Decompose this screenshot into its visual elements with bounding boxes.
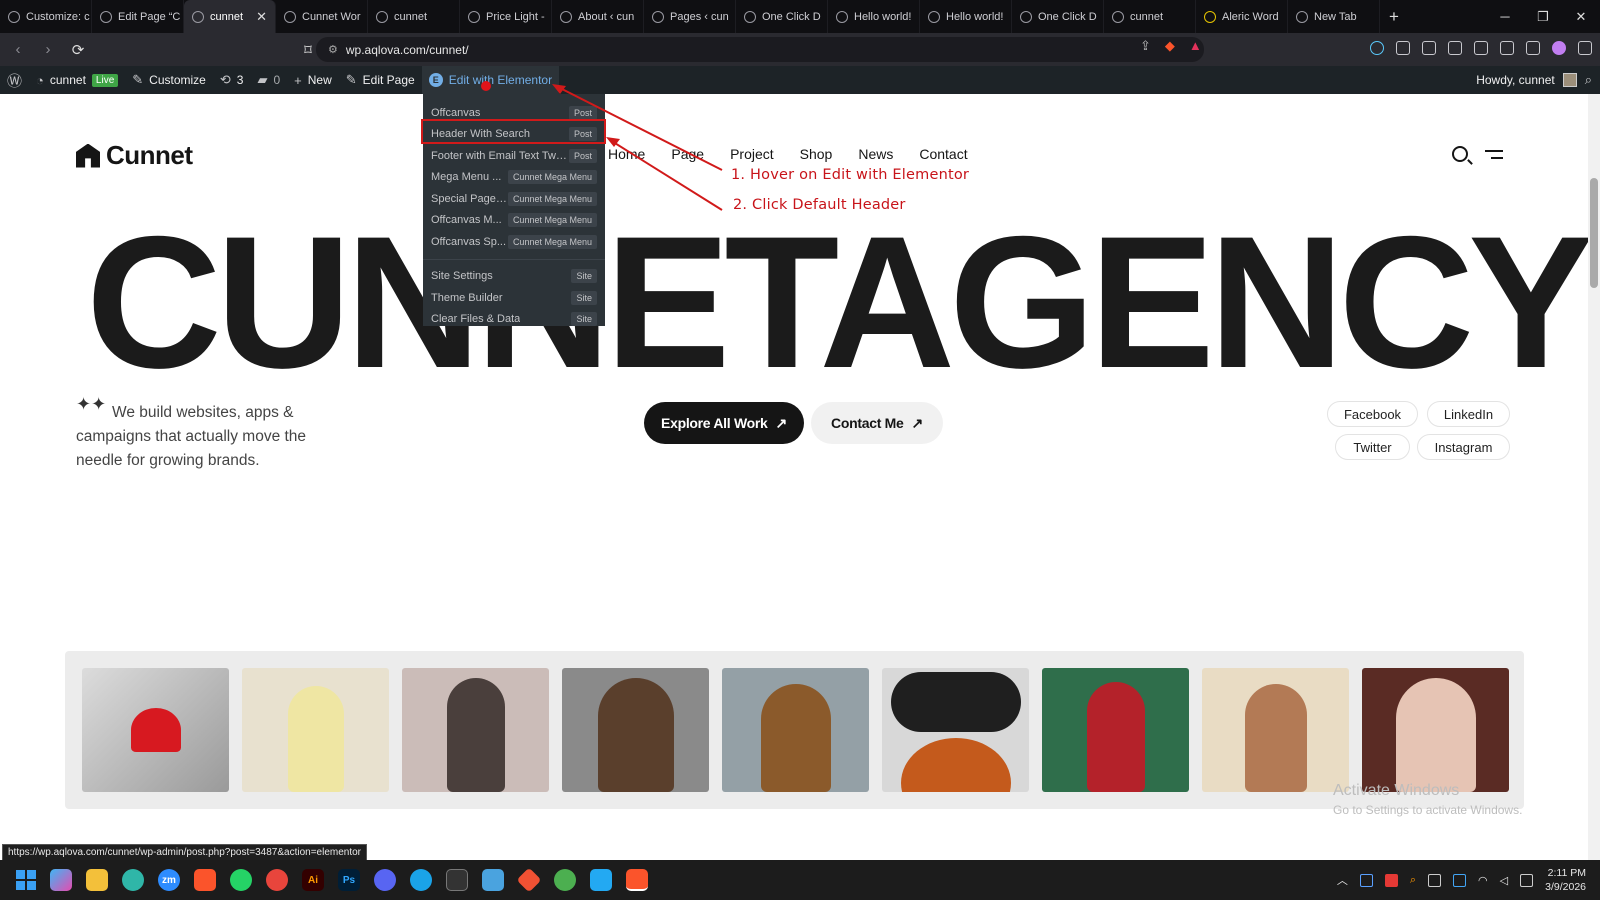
brave-active-icon[interactable]	[626, 869, 648, 891]
app-icon[interactable]	[410, 869, 432, 891]
vscode-icon[interactable]	[590, 869, 612, 891]
windows-taskbar: zm Ai Ps ︿ ⌕ ◠ ◁ 2:11 PM 3/9/2026	[0, 860, 1600, 900]
tray-overflow-icon[interactable]: ︿	[1337, 872, 1348, 888]
zoom-icon[interactable]: zm	[158, 869, 180, 891]
annotation-step-1: 1. Hover on Edit with Elementor	[731, 167, 970, 183]
chrome-profile-icon[interactable]	[554, 869, 576, 891]
git-app-icon[interactable]	[516, 867, 542, 893]
screen: Customize: c Edit Page “C cunnet ✕ Cunnet…	[0, 0, 1600, 900]
system-tray: ︿ ⌕ ◠ ◁ 2:11 PM 3/9/2026	[1337, 860, 1590, 900]
volume-icon[interactable]: ◁	[1500, 874, 1508, 887]
brave-icon[interactable]	[194, 869, 216, 891]
terminal-icon[interactable]	[446, 869, 468, 891]
battery-icon[interactable]	[1520, 873, 1534, 887]
photoshop-icon[interactable]: Ps	[338, 869, 360, 891]
edge-icon[interactable]	[122, 869, 144, 891]
discord-icon[interactable]	[374, 869, 396, 891]
system-clock[interactable]: 2:11 PM 3/9/2026	[1545, 866, 1586, 894]
wifi-icon[interactable]: ◠	[1478, 874, 1488, 887]
chrome-icon[interactable]	[266, 869, 288, 891]
notepad-icon[interactable]	[482, 869, 504, 891]
tray-app-icon[interactable]	[1453, 873, 1467, 887]
illustrator-icon[interactable]: Ai	[302, 869, 324, 891]
whatsapp-icon[interactable]	[230, 869, 252, 891]
annotation-step-2: 2. Click Default Header	[733, 197, 906, 213]
tray-app-icon[interactable]	[1428, 873, 1442, 887]
copilot-icon[interactable]	[50, 869, 72, 891]
windows-start-icon[interactable]	[16, 870, 36, 890]
file-explorer-icon[interactable]	[86, 869, 108, 891]
annotation-arrows	[552, 84, 723, 211]
search-tray-icon[interactable]: ⌕	[1410, 874, 1416, 887]
tray-app-icon[interactable]	[1384, 873, 1398, 887]
dropbox-icon[interactable]	[1359, 873, 1373, 887]
